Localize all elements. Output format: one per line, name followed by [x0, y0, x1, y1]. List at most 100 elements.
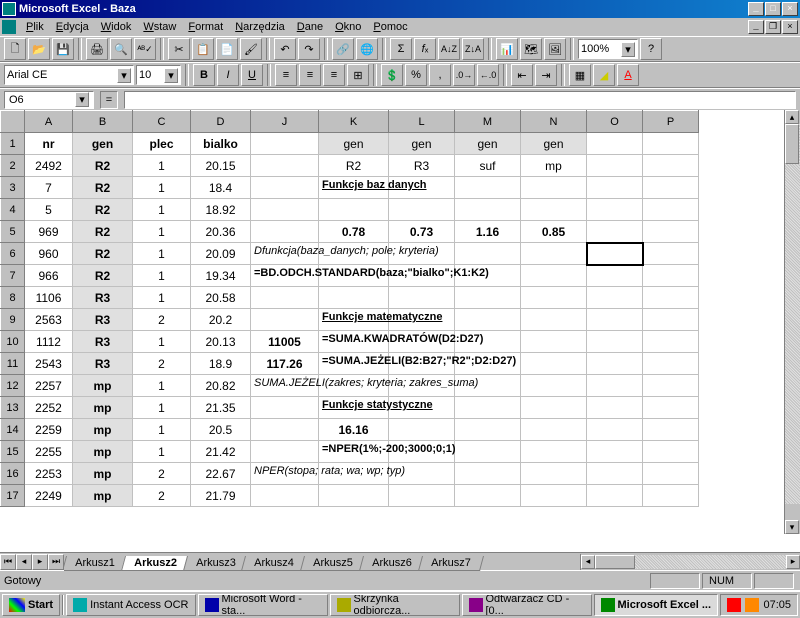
- cell-N7[interactable]: [521, 265, 587, 287]
- copy-button[interactable]: 📋: [192, 38, 214, 60]
- cell-B15[interactable]: mp: [73, 441, 133, 463]
- cell-A16[interactable]: 2253: [25, 463, 73, 485]
- formula-input[interactable]: [124, 91, 796, 109]
- row-header-17[interactable]: 17: [1, 485, 25, 507]
- cell-A4[interactable]: 5: [25, 199, 73, 221]
- cell-M9[interactable]: [455, 309, 521, 331]
- sheet-tab-arkusz1[interactable]: Arkusz1: [64, 556, 128, 571]
- doc-restore-button[interactable]: ❐: [765, 20, 781, 34]
- cell-A11[interactable]: 2543: [25, 353, 73, 375]
- cell-O7[interactable]: [587, 265, 643, 287]
- taskbar-button[interactable]: Skrzynka odbiorcza...: [330, 594, 460, 616]
- cell-P14[interactable]: [643, 419, 699, 441]
- cell-K13[interactable]: Funkcje statystyczne: [319, 397, 389, 419]
- cell-O12[interactable]: [587, 375, 643, 397]
- cell-P17[interactable]: [643, 485, 699, 507]
- map-button[interactable]: 🗺: [520, 38, 542, 60]
- cell-A5[interactable]: 969: [25, 221, 73, 243]
- tab-first-button[interactable]: ⏮: [0, 554, 16, 570]
- cell-C9[interactable]: 2: [133, 309, 191, 331]
- cell-K3[interactable]: Funkcje baz danych: [319, 177, 389, 199]
- cell-J12[interactable]: SUMA.JEŻELI(zakres; kryteria; zakres_sum…: [251, 375, 319, 397]
- menu-dane[interactable]: Dane: [291, 20, 329, 34]
- cell-J10[interactable]: 11005: [251, 331, 319, 353]
- cell-J14[interactable]: [251, 419, 319, 441]
- print-button[interactable]: 🖨: [86, 38, 108, 60]
- cell-C2[interactable]: 1: [133, 155, 191, 177]
- cell-B8[interactable]: R3: [73, 287, 133, 309]
- sort-desc-button[interactable]: Z↓A: [462, 38, 484, 60]
- row-header-4[interactable]: 4: [1, 199, 25, 221]
- column-header-C[interactable]: C: [133, 111, 191, 133]
- cell-L9[interactable]: [389, 309, 455, 331]
- open-button[interactable]: 📂: [28, 38, 50, 60]
- doc-close-button[interactable]: ×: [782, 20, 798, 34]
- cell-O13[interactable]: [587, 397, 643, 419]
- cell-K7[interactable]: [319, 265, 389, 287]
- cell-N12[interactable]: [521, 375, 587, 397]
- merge-center-button[interactable]: ⊞: [347, 64, 369, 86]
- comma-button[interactable]: ,: [429, 64, 451, 86]
- cell-N10[interactable]: [521, 331, 587, 353]
- row-header-1[interactable]: 1: [1, 133, 25, 155]
- cell-C12[interactable]: 1: [133, 375, 191, 397]
- cell-B4[interactable]: R2: [73, 199, 133, 221]
- cell-P6[interactable]: [643, 243, 699, 265]
- cell-C13[interactable]: 1: [133, 397, 191, 419]
- cell-D8[interactable]: 20.58: [191, 287, 251, 309]
- maximize-button[interactable]: □: [765, 2, 781, 16]
- save-button[interactable]: 💾: [52, 38, 74, 60]
- decrease-indent-button[interactable]: ⇤: [511, 64, 533, 86]
- cell-K14[interactable]: 16.16: [319, 419, 389, 441]
- bold-button[interactable]: B: [193, 64, 215, 86]
- cell-J7[interactable]: =BD.ODCH.STANDARD(baza;"bialko";K1:K2): [251, 265, 319, 287]
- cell-P8[interactable]: [643, 287, 699, 309]
- tray-icon[interactable]: [745, 598, 759, 612]
- column-header-O[interactable]: O: [587, 111, 643, 133]
- scroll-thumb[interactable]: [595, 555, 635, 569]
- cell-L2[interactable]: R3: [389, 155, 455, 177]
- redo-button[interactable]: ↷: [298, 38, 320, 60]
- cell-M10[interactable]: [455, 331, 521, 353]
- align-right-button[interactable]: ≡: [323, 64, 345, 86]
- cell-L6[interactable]: [389, 243, 455, 265]
- cell-L15[interactable]: [389, 441, 455, 463]
- chevron-down-icon[interactable]: ▾: [117, 68, 131, 83]
- underline-button[interactable]: U: [241, 64, 263, 86]
- tab-last-button[interactable]: ⏭: [48, 554, 64, 570]
- cell-D16[interactable]: 22.67: [191, 463, 251, 485]
- cell-B17[interactable]: mp: [73, 485, 133, 507]
- cell-N15[interactable]: [521, 441, 587, 463]
- cell-N8[interactable]: [521, 287, 587, 309]
- cell-A12[interactable]: 2257: [25, 375, 73, 397]
- cell-P3[interactable]: [643, 177, 699, 199]
- cell-L5[interactable]: 0.73: [389, 221, 455, 243]
- cell-K12[interactable]: [319, 375, 389, 397]
- cell-J8[interactable]: [251, 287, 319, 309]
- cell-C16[interactable]: 2: [133, 463, 191, 485]
- cell-D1[interactable]: bialko: [191, 133, 251, 155]
- select-all-corner[interactable]: [1, 111, 25, 133]
- tab-prev-button[interactable]: ◂: [16, 554, 32, 570]
- sheet-tab-arkusz6[interactable]: Arkusz6: [359, 556, 425, 571]
- cell-D15[interactable]: 21.42: [191, 441, 251, 463]
- row-header-16[interactable]: 16: [1, 463, 25, 485]
- cell-M6[interactable]: [455, 243, 521, 265]
- cell-J9[interactable]: [251, 309, 319, 331]
- cell-O3[interactable]: [587, 177, 643, 199]
- cell-A7[interactable]: 966: [25, 265, 73, 287]
- cell-P15[interactable]: [643, 441, 699, 463]
- italic-button[interactable]: I: [217, 64, 239, 86]
- cell-B9[interactable]: R3: [73, 309, 133, 331]
- cell-O11[interactable]: [587, 353, 643, 375]
- cell-A2[interactable]: 2492: [25, 155, 73, 177]
- cell-J13[interactable]: [251, 397, 319, 419]
- cell-O6[interactable]: [587, 243, 643, 265]
- menu-narzędzia[interactable]: Narzędzia: [229, 20, 291, 34]
- cell-K9[interactable]: Funkcje matematyczne: [319, 309, 389, 331]
- autosum-button[interactable]: Σ: [390, 38, 412, 60]
- cell-A13[interactable]: 2252: [25, 397, 73, 419]
- cell-N9[interactable]: [521, 309, 587, 331]
- scroll-down-button[interactable]: ▾: [785, 520, 799, 534]
- cell-L8[interactable]: [389, 287, 455, 309]
